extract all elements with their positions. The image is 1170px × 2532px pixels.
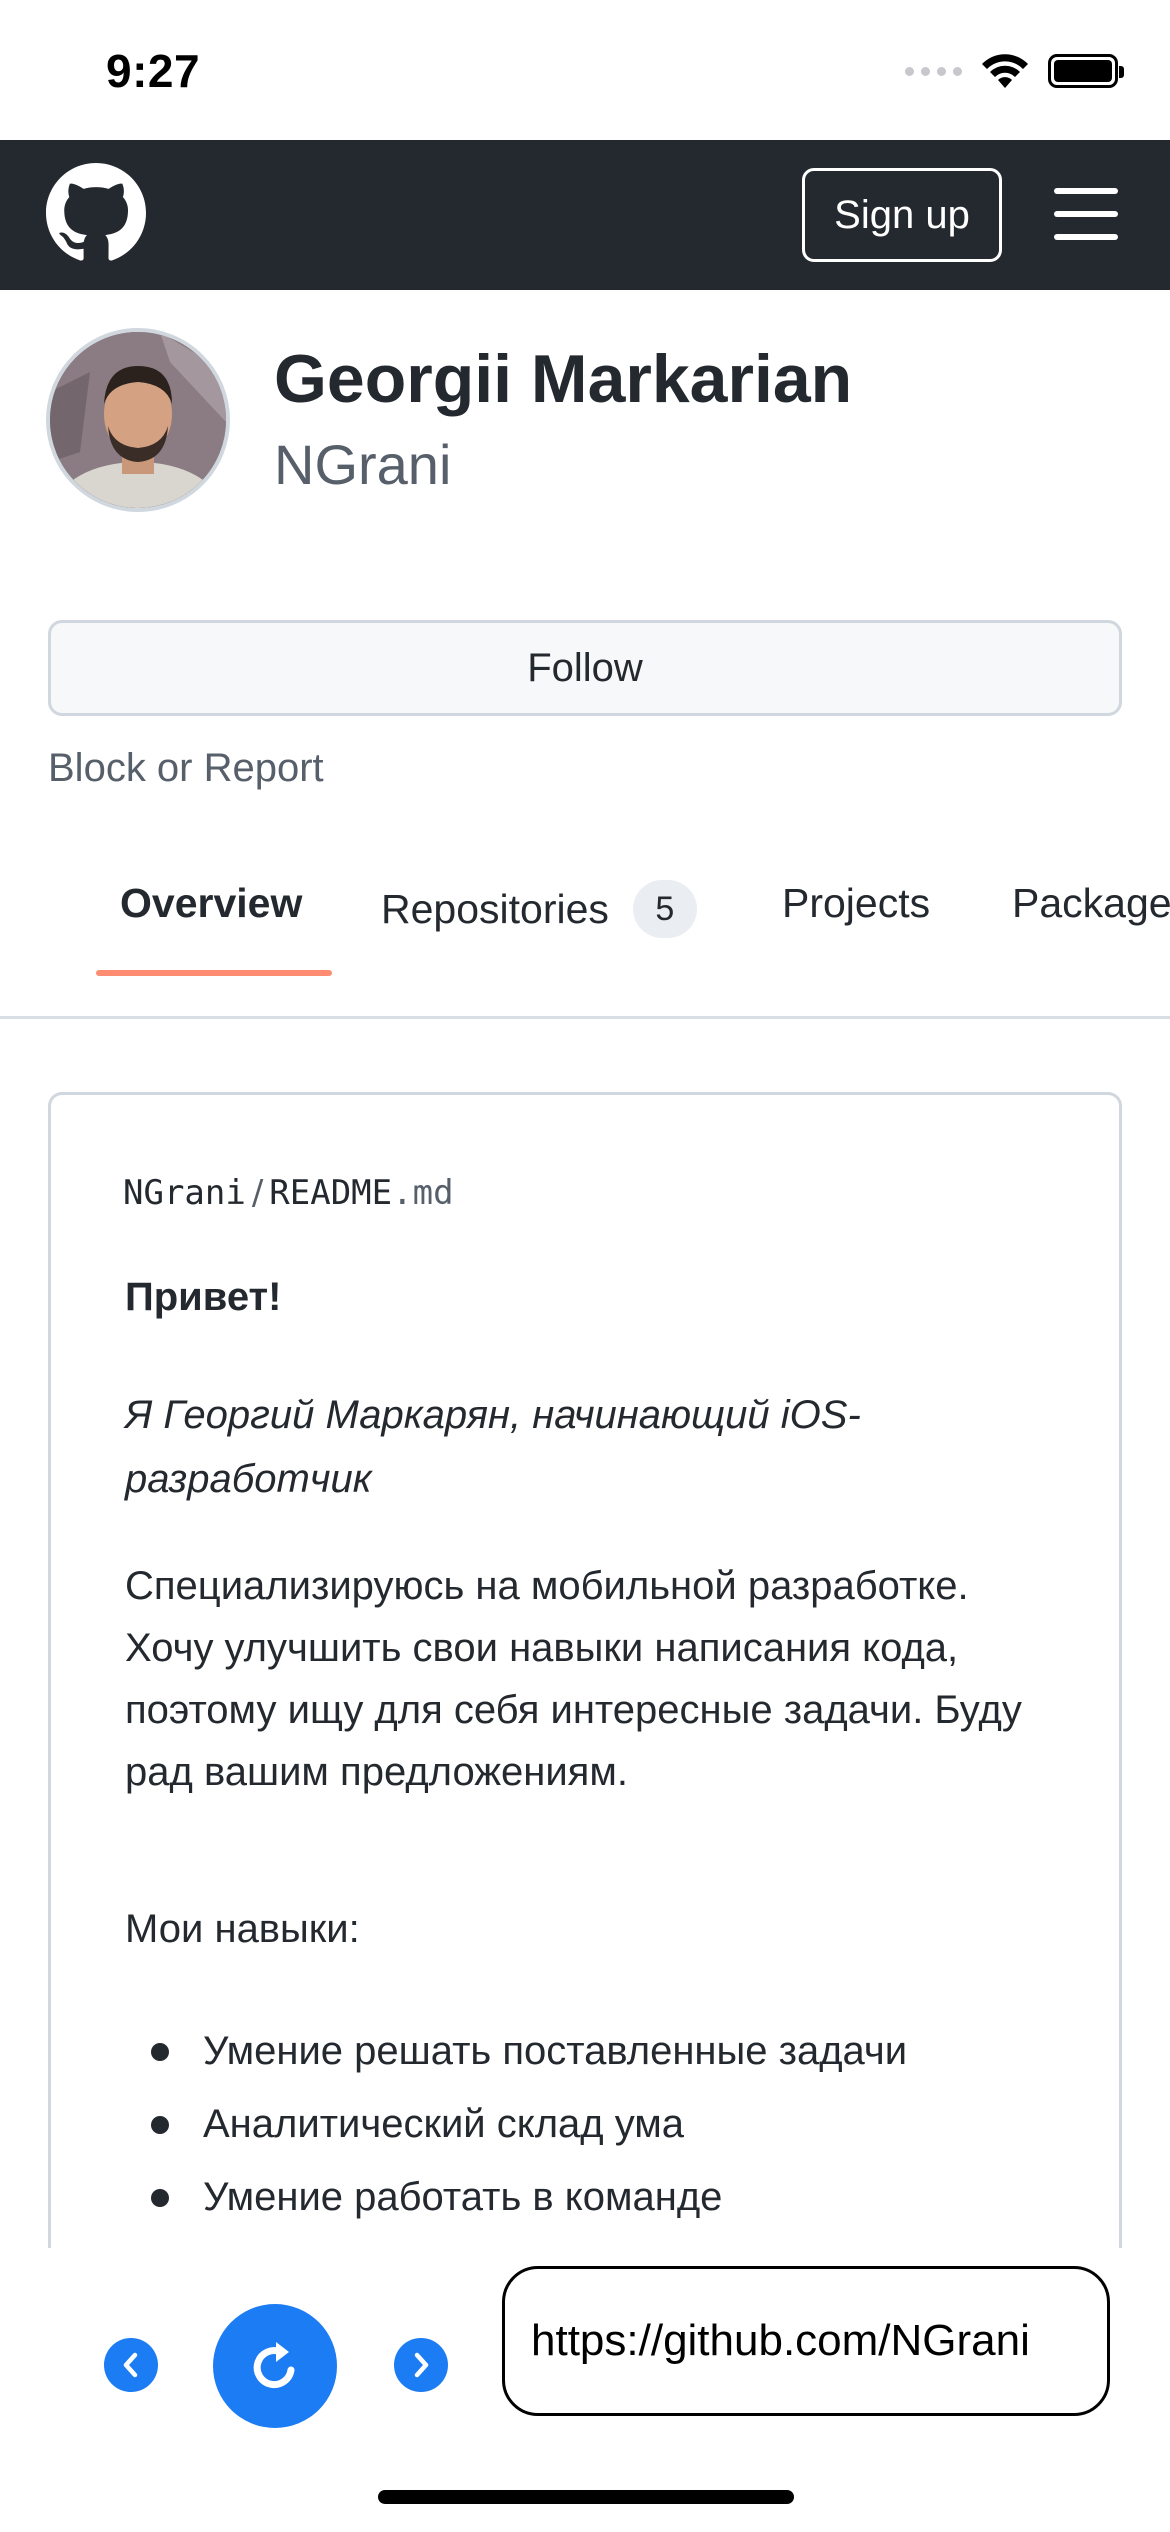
- forward-button[interactable]: [394, 2338, 448, 2392]
- tabs-divider: [0, 1016, 1170, 1019]
- tab-label: Projects: [782, 880, 931, 926]
- cellular-signal-icon: [905, 66, 962, 76]
- readme-path: NGrani / README.md: [123, 1173, 454, 1213]
- tab-projects[interactable]: Projects: [782, 880, 930, 927]
- follow-button[interactable]: Follow: [48, 620, 1122, 716]
- readme-file-link[interactable]: README.md: [269, 1173, 453, 1213]
- menu-icon[interactable]: [1054, 188, 1118, 240]
- readme-file-base: README: [269, 1173, 393, 1213]
- readme-greeting: Привет!: [125, 1275, 282, 1319]
- profile-tabs: Overview Repositories 5 Projects Package…: [0, 860, 1170, 1018]
- tab-packages[interactable]: Packages: [1012, 880, 1170, 927]
- profile-login: NGrani: [274, 433, 452, 496]
- tab-repositories[interactable]: Repositories 5: [381, 880, 697, 938]
- home-indicator[interactable]: [378, 2490, 794, 2504]
- back-button[interactable]: [104, 2338, 158, 2392]
- chevron-left-icon: [123, 2352, 138, 2378]
- list-item: Умение работать в команде: [151, 2161, 907, 2234]
- github-logo-icon[interactable]: [46, 163, 146, 263]
- block-or-report-link[interactable]: Block or Report: [48, 746, 324, 791]
- readme-owner-link[interactable]: NGrani: [123, 1173, 246, 1213]
- path-separator: /: [251, 1173, 264, 1213]
- status-time: 9:27: [106, 45, 201, 97]
- reload-button[interactable]: [213, 2304, 337, 2428]
- avatar-photo: [50, 332, 226, 508]
- reload-icon: [253, 2342, 295, 2389]
- url-input[interactable]: https://github.com/NGrani: [502, 2266, 1110, 2416]
- skills-heading: Мои навыки:: [125, 1907, 360, 1951]
- profile-name: Georgii Markarian: [274, 341, 853, 417]
- tab-overview[interactable]: Overview: [120, 880, 302, 927]
- tab-label: Overview: [120, 880, 303, 926]
- chevron-right-icon: [414, 2352, 429, 2378]
- repositories-count-badge: 5: [632, 880, 697, 938]
- status-bar: 9:27: [0, 0, 1170, 140]
- tab-label: Repositories: [381, 885, 609, 932]
- readme-paragraph: Специализируюсь на мобильной разработке.…: [125, 1564, 1022, 1794]
- skills-list: Умение решать поставленные задачи Аналит…: [151, 2015, 907, 2234]
- readme-file-ext: .md: [392, 1173, 454, 1213]
- list-item: Умение решать поставленные задачи: [151, 2015, 907, 2088]
- github-header: Sign up: [0, 140, 1170, 290]
- readme-intro: Я Георгий Маркарян, начинающий iOS-разра…: [125, 1393, 861, 1501]
- tab-label: Packages: [1012, 880, 1170, 926]
- readme-card: NGrani / README.md Привет! Я Георгий Марка…: [48, 1092, 1122, 2292]
- wifi-icon: [982, 54, 1028, 88]
- sign-up-button[interactable]: Sign up: [802, 168, 1002, 262]
- status-icons: [905, 52, 1124, 90]
- list-item: Аналитический склад ума: [151, 2088, 907, 2161]
- avatar[interactable]: [46, 328, 230, 512]
- battery-icon: [1048, 54, 1124, 88]
- active-tab-indicator: [96, 970, 332, 976]
